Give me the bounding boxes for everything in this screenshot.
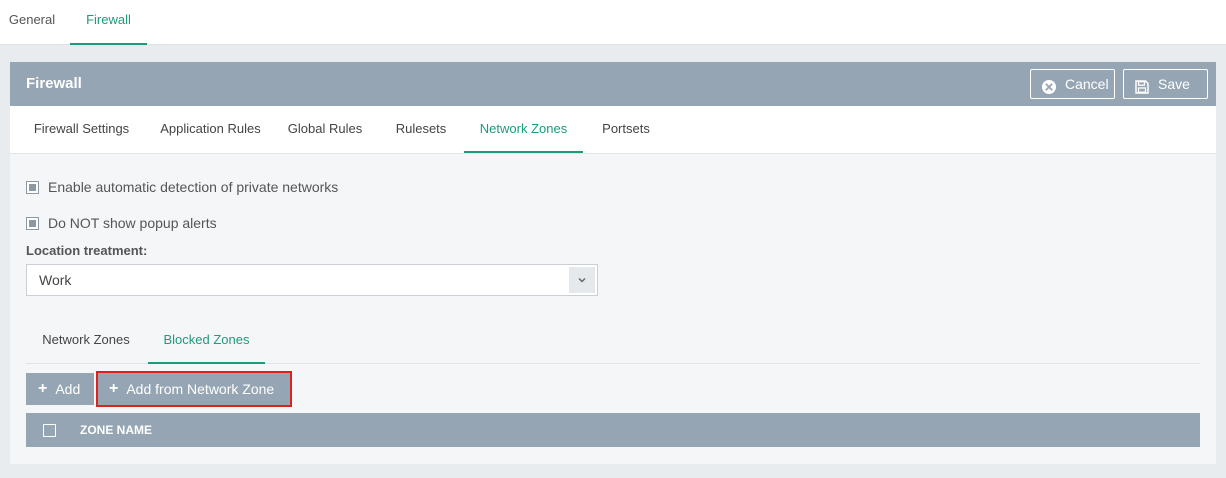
column-zone-name[interactable]: ZONE NAME [80, 413, 152, 447]
floppy-disk-icon [1134, 76, 1150, 94]
auto-detect-option[interactable]: Enable automatic detection of private ne… [26, 177, 338, 197]
tab-global-rules[interactable]: Global Rules [280, 106, 370, 153]
save-button[interactable]: Save [1123, 69, 1208, 99]
auto-detect-label: Enable automatic detection of private ne… [48, 179, 339, 195]
save-label: Save [1158, 76, 1190, 92]
zone-type-tabs: Network Zones Blocked Zones [26, 320, 1200, 364]
tab-network-zones[interactable]: Network Zones [464, 106, 583, 153]
tab-firewall-settings[interactable]: Firewall Settings [18, 106, 145, 153]
tab-application-rules[interactable]: Application Rules [147, 106, 274, 153]
firewall-sub-tabs: Firewall Settings Application Rules Glob… [10, 106, 1216, 154]
add-from-network-zone-button[interactable]: + Add from Network Zone [96, 371, 292, 407]
close-circle-icon [1041, 76, 1057, 94]
select-all-checkbox[interactable] [43, 424, 56, 437]
top-tab-bar: General Firewall [0, 0, 1226, 45]
tab-inner-network-zones[interactable]: Network Zones [26, 320, 146, 364]
tab-rulesets[interactable]: Rulesets [386, 106, 456, 153]
no-popup-label: Do NOT show popup alerts [48, 215, 217, 231]
plus-icon: + [109, 380, 119, 397]
tab-blocked-zones[interactable]: Blocked Zones [148, 320, 265, 364]
tab-general[interactable]: General [0, 0, 64, 45]
plus-icon: + [38, 380, 48, 397]
location-treatment-label: Location treatment: [26, 243, 148, 258]
auto-detect-checkbox[interactable] [26, 180, 39, 194]
add-label: Add [55, 381, 81, 397]
no-popup-checkbox[interactable] [26, 216, 39, 230]
panel-title: Firewall [26, 75, 82, 92]
add-from-network-zone-label: Add from Network Zone [126, 381, 275, 397]
firewall-panel: Firewall Cancel Save Firewall Settings A… [10, 62, 1216, 464]
location-treatment-value: Work [39, 272, 72, 288]
tab-portsets[interactable]: Portsets [593, 106, 659, 153]
cancel-label: Cancel [1065, 76, 1109, 92]
chevron-down-icon[interactable] [569, 267, 595, 293]
add-button[interactable]: + Add [26, 373, 94, 405]
blocked-zones-table-header: ZONE NAME [26, 413, 1200, 447]
tab-firewall[interactable]: Firewall [70, 0, 147, 45]
no-popup-option[interactable]: Do NOT show popup alerts [26, 213, 217, 233]
cancel-button[interactable]: Cancel [1030, 69, 1115, 99]
panel-header: Firewall Cancel Save [10, 62, 1216, 106]
location-treatment-select[interactable]: Work [26, 264, 598, 296]
